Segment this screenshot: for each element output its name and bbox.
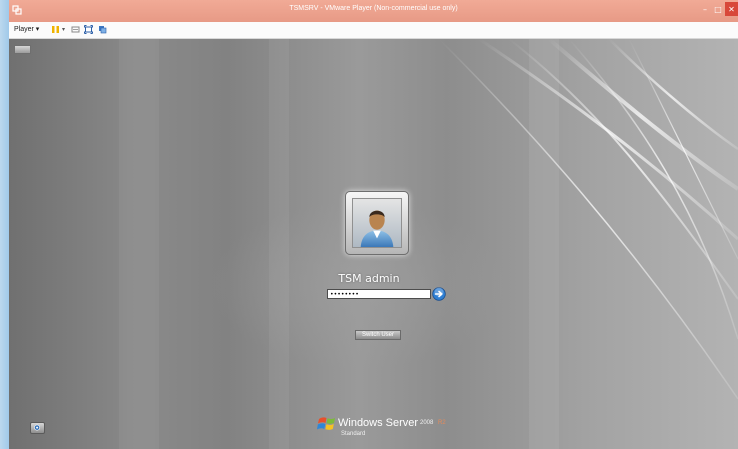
- password-field[interactable]: [327, 289, 431, 299]
- submit-arrow-icon[interactable]: [432, 287, 446, 301]
- product-version: 2008: [420, 420, 434, 426]
- vmware-player-window: TSMSRV - VMware Player (Non-commercial u…: [9, 0, 738, 449]
- send-ctrl-alt-del-icon[interactable]: [71, 25, 80, 34]
- fullscreen-icon[interactable]: [84, 25, 93, 34]
- ease-of-access-icon: [34, 424, 41, 431]
- screen: TSMSRV - VMware Player (Non-commercial u…: [0, 0, 738, 449]
- guest-login-screen[interactable]: TSM admin Switch User: [9, 39, 738, 449]
- player-menu[interactable]: Player ▾: [14, 25, 39, 33]
- window-title: TSMSRV - VMware Player (Non-commercial u…: [289, 5, 458, 12]
- user-avatar-icon: [352, 198, 402, 248]
- user-tile[interactable]: [345, 191, 409, 255]
- windows-server-branding: Windows Server 2008 R2 Standard: [317, 415, 457, 445]
- pause-icon[interactable]: [51, 25, 60, 34]
- close-button[interactable]: ✕: [725, 2, 738, 16]
- windows-logo-icon: [317, 417, 335, 430]
- user-name-label: TSM admin: [338, 272, 400, 285]
- unity-icon[interactable]: [98, 25, 107, 34]
- pause-dropdown-arrow-icon[interactable]: ▾: [62, 26, 65, 33]
- ease-of-access-button[interactable]: [30, 422, 45, 434]
- minimize-button[interactable]: –: [699, 2, 711, 16]
- product-name: Windows Server: [338, 417, 419, 429]
- title-bar[interactable]: TSMSRV - VMware Player (Non-commercial u…: [9, 0, 738, 22]
- toolbar: Player ▾ ▾: [9, 22, 738, 39]
- guest-top-left-button[interactable]: [14, 45, 31, 54]
- maximize-button[interactable]: □: [712, 2, 724, 16]
- product-version-suffix: R2: [438, 420, 446, 426]
- switch-user-button[interactable]: Switch User: [355, 330, 401, 340]
- product-edition: Standard: [341, 431, 366, 437]
